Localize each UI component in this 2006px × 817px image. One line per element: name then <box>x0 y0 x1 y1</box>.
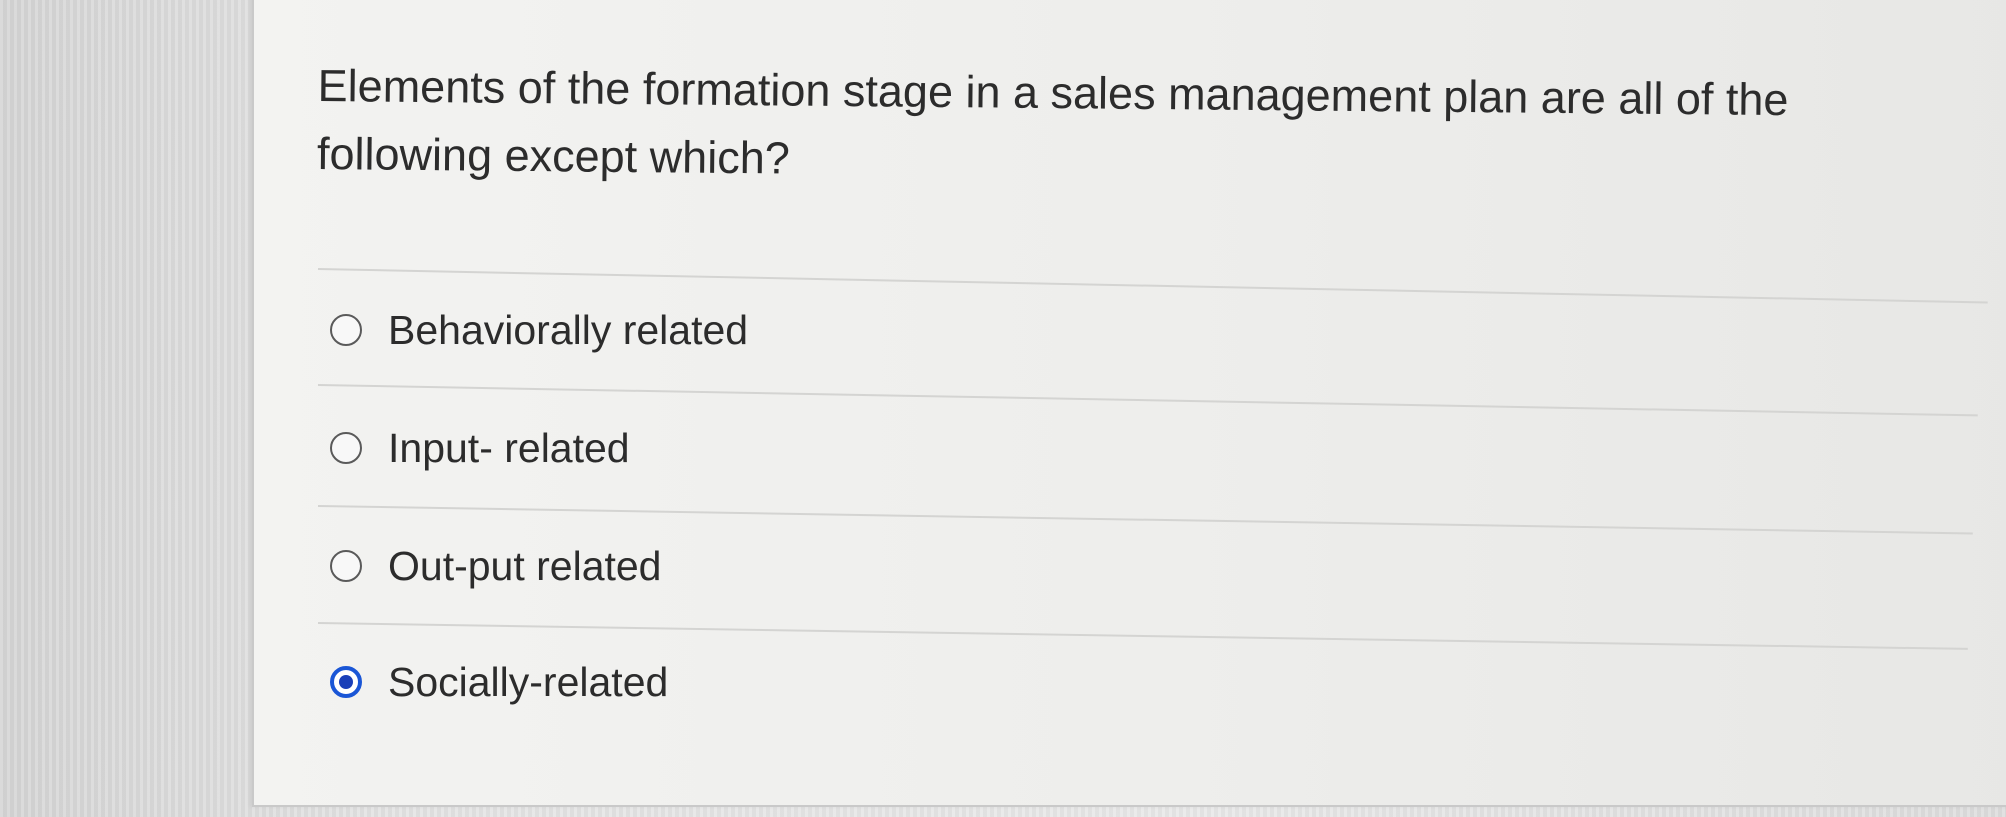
radio-selected-dot <box>339 675 353 689</box>
answer-option-input-related[interactable]: Input- related <box>330 418 630 478</box>
radio-button-output-related[interactable] <box>330 550 362 582</box>
answer-option-behaviorally-related[interactable]: Behaviorally related <box>330 300 748 360</box>
radio-button-behaviorally-related[interactable] <box>330 314 362 346</box>
radio-button-socially-related-selected[interactable] <box>330 666 362 698</box>
option-label[interactable]: Input- related <box>388 425 630 472</box>
option-label[interactable]: Socially-related <box>388 659 668 706</box>
question-text: Elements of the formation stage in a sal… <box>316 59 1789 184</box>
answer-option-output-related[interactable]: Out-put related <box>330 536 662 596</box>
radio-button-input-related[interactable] <box>330 432 362 464</box>
answer-option-socially-related[interactable]: Socially-related <box>330 652 668 712</box>
option-label[interactable]: Out-put related <box>388 543 662 590</box>
option-label[interactable]: Behaviorally related <box>388 307 748 354</box>
